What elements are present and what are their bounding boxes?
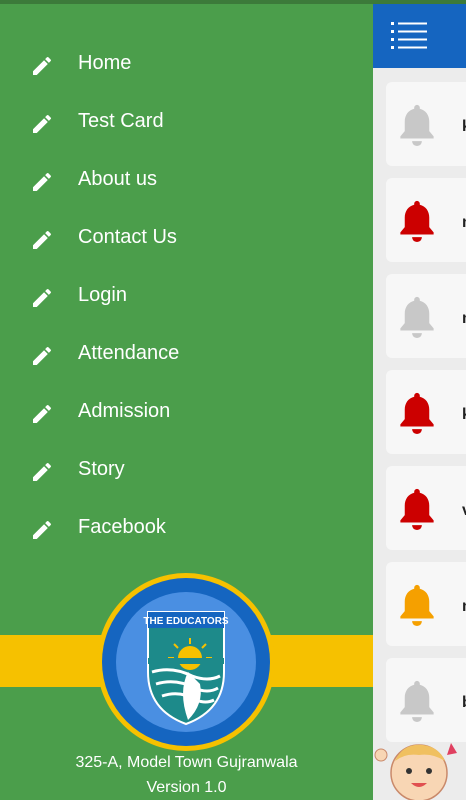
notification-card[interactable]: b xyxy=(386,658,466,742)
menu-item-login[interactable]: Login xyxy=(0,271,373,321)
notification-card[interactable]: n xyxy=(386,562,466,646)
notification-card[interactable]: n xyxy=(386,274,466,358)
menu-item-label: Facebook xyxy=(78,516,166,538)
menu-item-about-us[interactable]: About us xyxy=(0,155,373,205)
pencil-icon xyxy=(33,520,52,539)
menu-item-story[interactable]: Story xyxy=(0,445,373,495)
notification-card[interactable]: k xyxy=(386,370,466,454)
navigation-drawer: Home Test Card About us Contact Us Login… xyxy=(0,4,373,800)
version-text: Version 1.0 xyxy=(146,779,227,796)
pencil-icon xyxy=(33,230,52,249)
bell-icon xyxy=(400,584,434,626)
pencil-icon xyxy=(33,462,52,481)
bell-icon xyxy=(400,680,434,722)
notification-card[interactable]: n xyxy=(386,178,466,262)
pencil-icon xyxy=(33,404,52,423)
address-text: 325-A, Model Town Gujranwala xyxy=(75,754,298,771)
notification-title: k xyxy=(462,118,466,136)
pencil-icon xyxy=(33,172,52,191)
menu-item-label: Contact Us xyxy=(78,226,177,248)
pencil-icon xyxy=(33,56,52,75)
app-bar xyxy=(373,4,466,68)
menu-item-label: Attendance xyxy=(78,342,180,364)
notification-list: k n n k v n b xyxy=(373,68,466,800)
notification-title: n xyxy=(462,214,466,232)
notification-card[interactable]: k xyxy=(386,82,466,166)
notification-title: n xyxy=(462,310,466,328)
notification-title: k xyxy=(462,406,466,424)
bell-icon xyxy=(400,296,434,338)
notification-title: v xyxy=(462,502,466,520)
pencil-icon xyxy=(33,288,52,307)
bell-icon xyxy=(400,392,434,434)
bell-icon xyxy=(400,104,434,146)
menu-icon[interactable] xyxy=(391,20,427,50)
menu-item-admission[interactable]: Admission xyxy=(0,387,373,437)
notification-card[interactable]: v xyxy=(386,466,466,550)
menu-item-contact-us[interactable]: Contact Us xyxy=(0,213,373,263)
pencil-icon xyxy=(33,346,52,365)
bell-icon xyxy=(400,200,434,242)
kid-illustration xyxy=(374,743,457,800)
menu-item-label: Login xyxy=(78,284,127,306)
menu-item-label: Home xyxy=(78,52,132,74)
menu-item-attendance[interactable]: Attendance xyxy=(0,329,373,379)
menu-item-test-card[interactable]: Test Card xyxy=(0,97,373,147)
menu-item-label: Admission xyxy=(78,400,171,422)
logo-text: THE EDUCATORS xyxy=(143,616,229,627)
menu-item-label: About us xyxy=(78,168,157,190)
menu-item-label: Test Card xyxy=(78,110,164,132)
pencil-icon xyxy=(33,114,52,133)
menu-item-label: Story xyxy=(78,458,125,480)
school-logo: THE EDUCATORS xyxy=(97,573,275,751)
menu-item-home[interactable]: Home xyxy=(0,39,373,89)
menu-item-facebook[interactable]: Facebook xyxy=(0,503,373,553)
notification-title: b xyxy=(462,694,466,712)
notification-title: n xyxy=(462,598,466,616)
bell-icon xyxy=(400,488,434,530)
